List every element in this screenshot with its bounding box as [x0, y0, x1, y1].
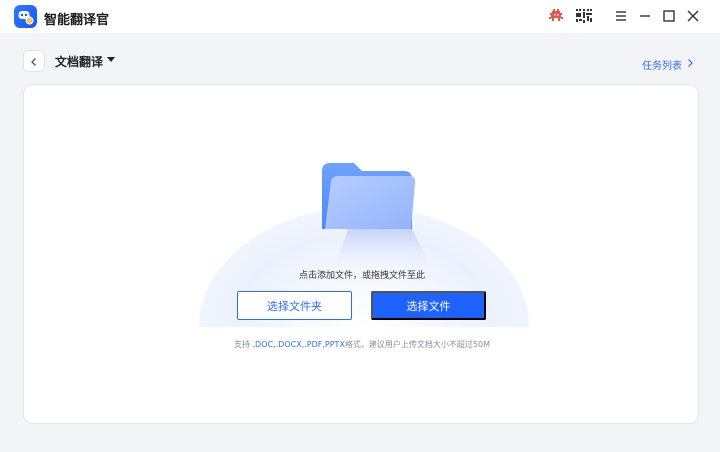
caret-down-icon[interactable] — [107, 57, 115, 62]
svg-text:文: 文 — [27, 17, 32, 24]
bug-icon[interactable] — [546, 6, 566, 26]
robot-logo-icon: 文 — [14, 5, 37, 28]
qr-code-icon[interactable] — [574, 6, 594, 26]
app-title: 智能翻译官 — [44, 13, 110, 28]
page-title[interactable]: 文档翻译 — [55, 53, 103, 70]
back-button[interactable] — [23, 50, 45, 72]
chevron-left-icon — [29, 52, 39, 71]
folder-icon — [320, 159, 432, 269]
support-formats: .DOC,.DOCX,.PDF,PPTX — [252, 340, 345, 349]
hamburger-menu-icon[interactable] — [611, 6, 631, 26]
select-folder-button[interactable]: 选择文件夹 — [237, 291, 352, 320]
minimize-icon[interactable] — [635, 6, 655, 26]
select-file-button[interactable]: 选择文件 — [371, 291, 486, 320]
upload-drop-zone[interactable]: 点击添加文件，或拖拽文件至此 选择文件夹 选择文件 支持 .DOC,.DOCX,… — [23, 84, 699, 424]
drop-hint: 点击添加文件，或拖拽文件至此 — [298, 271, 425, 281]
maximize-icon[interactable] — [659, 6, 679, 26]
support-prefix: 支持 — [233, 340, 253, 349]
chevron-right-icon — [686, 58, 694, 71]
support-suffix: 格式，建议用户上传文档大小不超过50M — [344, 340, 491, 349]
task-list-label: 任务列表 — [642, 61, 682, 72]
supported-formats-note: 支持 .DOC,.DOCX,.PDF,PPTX格式，建议用户上传文档大小不超过5… — [24, 339, 698, 350]
task-list-link[interactable]: 任务列表 — [642, 57, 694, 72]
title-bar: 文 智能翻译官 — [0, 0, 720, 33]
close-icon[interactable] — [683, 6, 703, 26]
